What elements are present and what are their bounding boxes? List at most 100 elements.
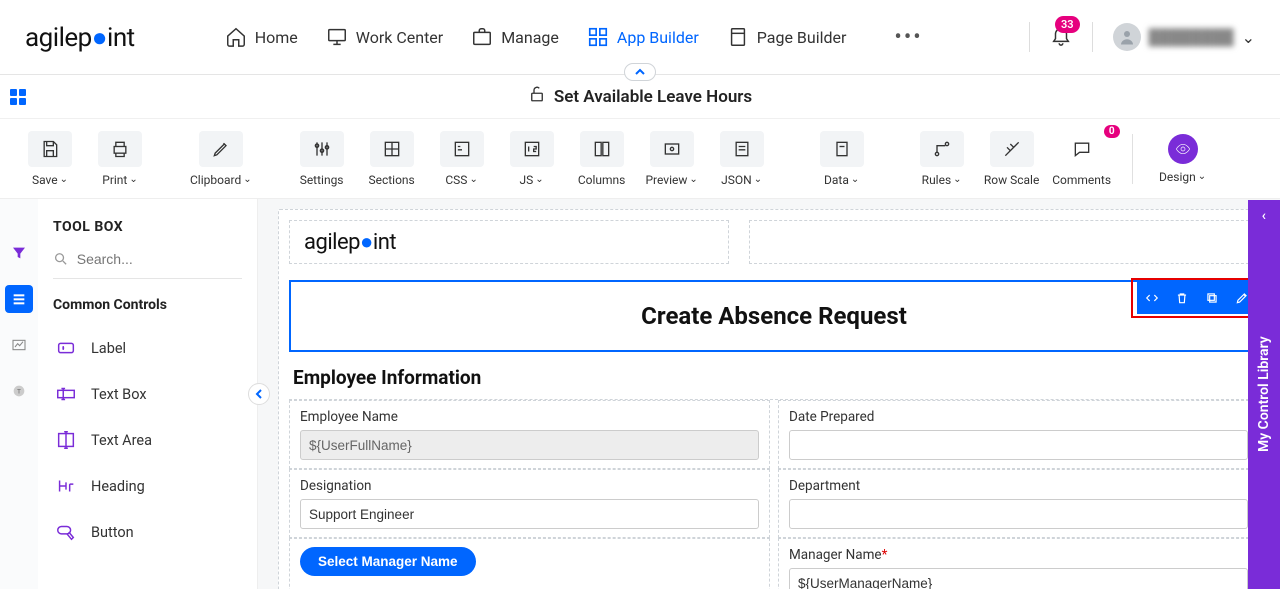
comments-button[interactable]: 0Comments [1052, 131, 1112, 187]
avatar [1113, 23, 1141, 51]
element-actions [1137, 282, 1257, 314]
manager-name-label: Manager Name* [789, 547, 1248, 563]
nav-work-center-label: Work Center [356, 28, 443, 47]
page-title-wrap: Set Available Leave Hours [528, 85, 752, 108]
nav-work-center[interactable]: Work Center [326, 26, 443, 48]
svg-text:T: T [17, 388, 21, 396]
field-cell-manager-name[interactable]: Manager Name* [778, 538, 1259, 589]
nav-right: 33 ████████ ⌄ [1029, 22, 1255, 52]
date-prepared-label: Date Prepared [789, 409, 1248, 425]
my-control-library-tab[interactable]: My Control Library ‹ [1248, 200, 1280, 589]
row-scale-button[interactable]: Row Scale [982, 131, 1042, 187]
copy-icon [1205, 291, 1219, 305]
css-button[interactable]: CSS⌄ [432, 131, 492, 187]
js-button[interactable]: JS⌄ [502, 131, 562, 187]
toolbox-title: TOOL BOX [53, 219, 242, 235]
edit-icon [1235, 291, 1249, 305]
user-name: ████████ [1149, 28, 1234, 46]
preview-button[interactable]: Preview⌄ [642, 131, 702, 187]
toolbox-search[interactable] [53, 250, 242, 279]
eye-icon [662, 139, 682, 159]
manager-name-input[interactable] [789, 568, 1248, 589]
toolbox-item-label[interactable]: Label [53, 325, 242, 371]
json-button[interactable]: JSON⌄ [712, 131, 772, 187]
comments-count: 0 [1104, 125, 1120, 138]
monitor-icon [326, 26, 348, 48]
date-prepared-input[interactable] [789, 430, 1248, 460]
columns-button[interactable]: Columns [572, 131, 632, 187]
nav-home[interactable]: Home [225, 26, 298, 48]
toolbox-group: Common Controls [53, 297, 242, 313]
action-code-button[interactable] [1137, 282, 1167, 314]
field-cell-department[interactable]: Department [778, 469, 1259, 538]
toolbar: Save⌄ Print⌄ Clipboard⌄ Settings Section… [0, 119, 1280, 199]
settings-button[interactable]: Settings [292, 131, 352, 187]
code-icon [1145, 291, 1159, 305]
toolbox-item-textbox[interactable]: Text Box [53, 371, 242, 417]
nav-manage[interactable]: Manage [471, 26, 559, 48]
department-input[interactable] [789, 499, 1248, 529]
printer-icon [110, 139, 130, 159]
print-button[interactable]: Print⌄ [90, 131, 150, 187]
select-manager-button[interactable]: Select Manager Name [300, 547, 476, 576]
action-delete-button[interactable] [1167, 282, 1197, 314]
controls-tab[interactable] [5, 285, 33, 313]
heading-icon [55, 475, 77, 497]
json-icon [732, 139, 752, 159]
divider [1029, 22, 1030, 52]
chevron-left-icon [254, 389, 264, 399]
rules-button[interactable]: Rules⌄ [912, 131, 972, 187]
field-cell-designation[interactable]: Designation [289, 469, 770, 538]
divider [1092, 22, 1093, 52]
employee-name-input[interactable] [300, 430, 759, 460]
field-cell-select-manager[interactable]: Select Manager Name [289, 538, 770, 589]
ruler-icon [1002, 139, 1022, 159]
apps-grid-icon [10, 89, 26, 105]
textbox-icon [55, 383, 77, 405]
search-input[interactable] [77, 251, 242, 267]
button-icon [55, 521, 77, 543]
nav-page-builder[interactable]: Page Builder [727, 26, 847, 48]
department-label: Department [789, 478, 1248, 494]
comment-icon [1072, 139, 1092, 159]
briefcase-icon [471, 26, 493, 48]
user-menu[interactable]: ████████ ⌄ [1113, 23, 1255, 51]
clipboard-button[interactable]: Clipboard⌄ [190, 131, 252, 187]
label-icon [55, 337, 77, 359]
section-heading: Employee Information [293, 366, 1255, 389]
js-icon [522, 139, 542, 159]
search-icon [53, 250, 69, 268]
toolbox-item-button[interactable]: Button [53, 509, 242, 555]
form-title-row[interactable]: Create Absence Request [289, 280, 1259, 352]
collapse-topnav-button[interactable] [624, 63, 656, 81]
nav-app-builder[interactable]: App Builder [587, 26, 699, 48]
field-cell-employee-name[interactable]: Employee Name [289, 400, 770, 469]
title-bar: Set Available Leave Hours [0, 75, 1280, 119]
form-card: agilep●int Create Absence Request Employ… [278, 209, 1270, 589]
sections-button[interactable]: Sections [362, 131, 422, 187]
notifications-button[interactable]: 33 [1050, 24, 1072, 50]
main-area: T TOOL BOX Common Controls Label Text Bo… [0, 199, 1280, 589]
sections-icon [382, 139, 402, 159]
form-logo-cell[interactable]: agilep●int [289, 220, 729, 264]
theme-tab[interactable]: T [5, 377, 33, 405]
collapse-toolbox-button[interactable] [248, 383, 270, 405]
action-copy-button[interactable] [1197, 282, 1227, 314]
home-icon [225, 26, 247, 48]
designation-input[interactable] [300, 499, 759, 529]
chevron-up-icon [635, 67, 645, 77]
apps-grid-button[interactable] [10, 89, 26, 105]
data-button[interactable]: Data⌄ [812, 131, 872, 187]
nav-home-label: Home [255, 28, 298, 47]
form-brand-logo: agilep●int [304, 229, 714, 255]
toolbox-item-heading[interactable]: Heading [53, 463, 242, 509]
nav-more[interactable]: ••• [894, 25, 922, 50]
field-cell-date-prepared[interactable]: Date Prepared [778, 400, 1259, 469]
design-button[interactable]: Design⌄ [1153, 134, 1213, 184]
dashboard-tab[interactable] [5, 331, 33, 359]
employee-name-label: Employee Name [300, 409, 759, 425]
save-button[interactable]: Save⌄ [20, 131, 80, 187]
toolbox-item-textarea[interactable]: Text Area [53, 417, 242, 463]
form-canvas: agilep●int Create Absence Request Employ… [258, 199, 1280, 589]
filter-tab[interactable] [5, 239, 33, 267]
